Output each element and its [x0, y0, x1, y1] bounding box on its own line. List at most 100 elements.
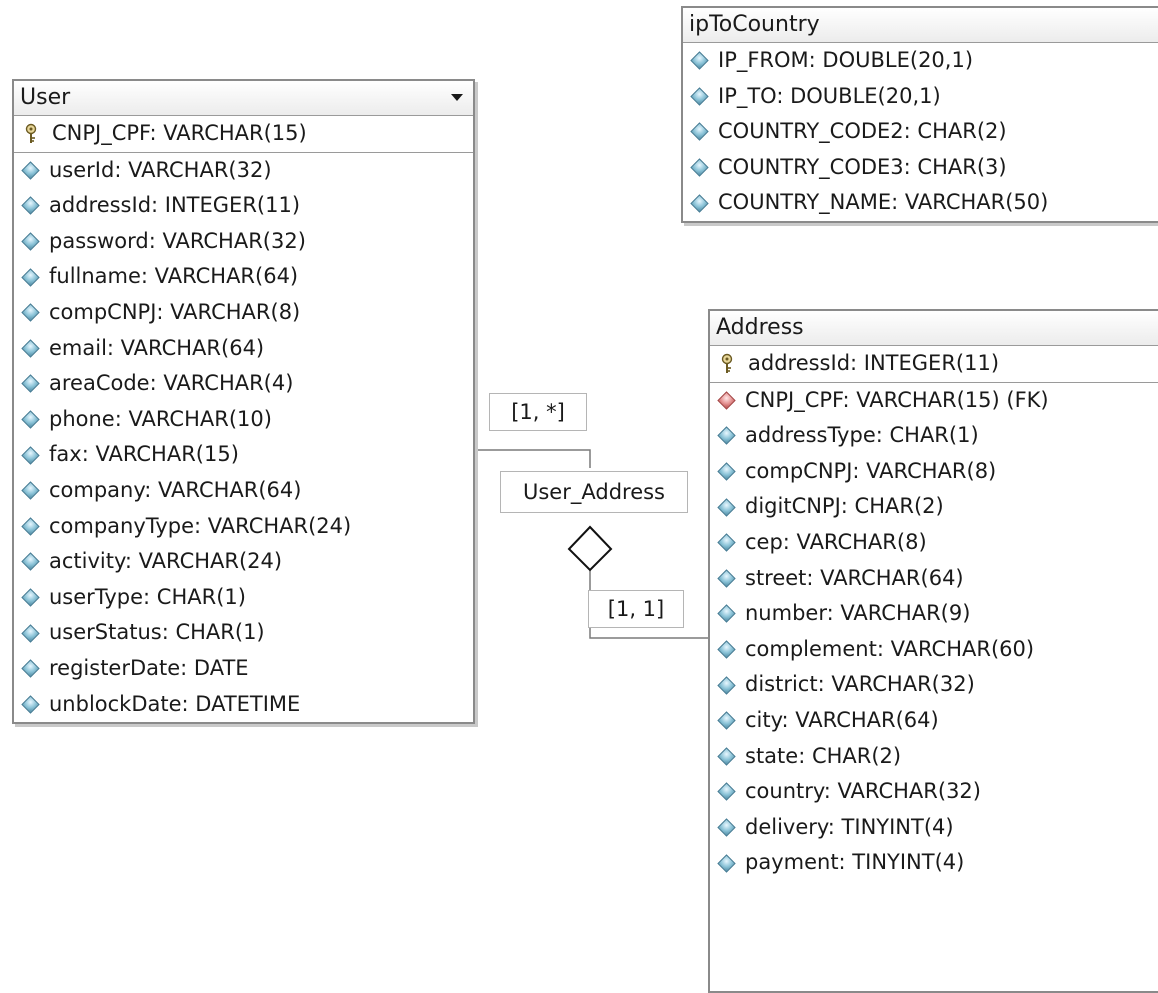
- attribute-label: COUNTRY_CODE2: CHAR(2): [718, 119, 1007, 144]
- attribute-diamond-icon: [717, 818, 736, 837]
- attribute-label: compCNPJ: VARCHAR(8): [49, 299, 301, 324]
- attribute-label: password: VARCHAR(32): [49, 228, 306, 253]
- attribute-row[interactable]: number: VARCHAR(9): [710, 596, 1158, 632]
- cardinality-address-label[interactable]: [1, 1]: [588, 590, 684, 628]
- attribute-diamond-icon: [717, 675, 736, 695]
- primary-key-row[interactable]: addressId: INTEGER(11): [710, 346, 1158, 382]
- attribute-row[interactable]: district: VARCHAR(32): [710, 667, 1158, 703]
- attribute-diamond-icon: [21, 303, 40, 322]
- attribute-row[interactable]: COUNTRY_NAME: VARCHAR(50): [683, 185, 1158, 221]
- attribute-row[interactable]: COUNTRY_CODE3: CHAR(3): [683, 150, 1158, 186]
- relationship-name-label[interactable]: User_Address: [500, 471, 688, 513]
- attribute-row[interactable]: userId: VARCHAR(32): [14, 153, 473, 189]
- attribute-diamond-icon: [717, 640, 736, 659]
- attribute-diamond-icon: [21, 196, 40, 216]
- attribute-row[interactable]: compCNPJ: VARCHAR(8): [14, 295, 473, 331]
- attribute-label: complement: VARCHAR(60): [745, 636, 1035, 661]
- attribute-list: userId: VARCHAR(32) addressId: INTEGER(1…: [14, 153, 473, 723]
- attribute-label: activity: VARCHAR(24): [49, 549, 283, 574]
- attribute-row[interactable]: unblockDate: DATETIME: [14, 687, 473, 723]
- attribute-row[interactable]: phone: VARCHAR(10): [14, 402, 473, 438]
- attribute-diamond-icon: [717, 462, 736, 481]
- attribute-diamond-icon: [690, 87, 709, 106]
- attribute-diamond-icon: [717, 426, 736, 446]
- attribute-label: delivery: TINYINT(4): [745, 814, 954, 839]
- attribute-diamond-icon: [21, 374, 40, 394]
- attribute-label: phone: VARCHAR(10): [49, 406, 272, 431]
- entity-iptocountry[interactable]: ipToCountry IP_FROM: DOUBLE(20,1) IP_TO:…: [681, 6, 1158, 223]
- attribute-row[interactable]: fax: VARCHAR(15): [14, 437, 473, 473]
- attribute-row[interactable]: registerDate: DATE: [14, 651, 473, 687]
- attribute-label: addressId: INTEGER(11): [49, 193, 301, 218]
- attribute-label: email: VARCHAR(64): [49, 335, 265, 360]
- collapse-arrow-icon[interactable]: [451, 94, 463, 101]
- foreign-key-diamond-icon: [717, 391, 736, 410]
- attribute-diamond-icon: [21, 659, 40, 678]
- attribute-diamond-icon: [717, 782, 736, 802]
- attribute-label: fullname: VARCHAR(64): [49, 264, 299, 289]
- attribute-diamond-icon: [717, 533, 736, 552]
- attribute-diamond-icon: [690, 122, 709, 142]
- attribute-row[interactable]: addressType: CHAR(1): [710, 418, 1158, 454]
- attribute-diamond-icon: [717, 747, 736, 766]
- aggregation-diamond-icon: [567, 525, 613, 572]
- attribute-diamond-icon: [21, 552, 40, 572]
- attribute-diamond-icon: [717, 569, 736, 588]
- attribute-label: country: VARCHAR(32): [745, 779, 981, 804]
- attribute-row[interactable]: companyType: VARCHAR(24): [14, 509, 473, 545]
- attribute-label: digitCNPJ: CHAR(2): [745, 494, 944, 519]
- attribute-diamond-icon: [717, 853, 736, 873]
- entity-header[interactable]: Address: [710, 311, 1158, 346]
- attribute-label: CNPJ_CPF: VARCHAR(15): [52, 121, 307, 145]
- attribute-row[interactable]: userType: CHAR(1): [14, 580, 473, 616]
- attribute-row[interactable]: password: VARCHAR(32): [14, 224, 473, 260]
- attribute-label: userId: VARCHAR(32): [49, 157, 272, 182]
- entity-title: ipToCountry: [689, 12, 820, 37]
- attribute-label: city: VARCHAR(64): [745, 707, 939, 732]
- attribute-row[interactable]: COUNTRY_CODE2: CHAR(2): [683, 114, 1158, 150]
- attribute-row[interactable]: fullname: VARCHAR(64): [14, 259, 473, 295]
- entity-user[interactable]: User CNPJ_CPF: VARCHAR(15) userId: VARCH…: [12, 79, 475, 725]
- primary-key-icon: [721, 353, 733, 373]
- attribute-diamond-icon: [21, 267, 40, 287]
- attribute-diamond-icon: [21, 410, 40, 429]
- attribute-row[interactable]: company: VARCHAR(64): [14, 473, 473, 509]
- attribute-diamond-icon: [717, 604, 736, 624]
- attribute-diamond-icon: [21, 445, 40, 465]
- attribute-row[interactable]: country: VARCHAR(32): [710, 774, 1158, 810]
- entity-header[interactable]: User: [14, 81, 473, 116]
- attribute-label: COUNTRY_NAME: VARCHAR(50): [718, 190, 1049, 215]
- attribute-label: unblockDate: DATETIME: [49, 691, 301, 716]
- attribute-label: street: VARCHAR(64): [745, 565, 964, 590]
- attribute-row[interactable]: email: VARCHAR(64): [14, 331, 473, 367]
- attribute-row[interactable]: compCNPJ: VARCHAR(8): [710, 454, 1158, 490]
- attribute-label: compCNPJ: VARCHAR(8): [745, 458, 997, 483]
- attribute-row[interactable]: cep: VARCHAR(8): [710, 525, 1158, 561]
- attribute-row[interactable]: complement: VARCHAR(60): [710, 632, 1158, 668]
- primary-key-icon: [25, 123, 37, 143]
- attribute-row[interactable]: city: VARCHAR(64): [710, 703, 1158, 739]
- attribute-row[interactable]: userStatus: CHAR(1): [14, 615, 473, 651]
- cardinality-user-label[interactable]: [1, *]: [489, 393, 587, 431]
- attribute-diamond-icon: [717, 497, 736, 517]
- attribute-diamond-icon: [690, 51, 709, 70]
- primary-key-row[interactable]: CNPJ_CPF: VARCHAR(15): [14, 116, 473, 152]
- attribute-row[interactable]: addressId: INTEGER(11): [14, 188, 473, 224]
- attribute-row[interactable]: delivery: TINYINT(4): [710, 810, 1158, 846]
- entity-header[interactable]: ipToCountry: [683, 8, 1158, 43]
- attribute-row[interactable]: state: CHAR(2): [710, 739, 1158, 775]
- attribute-row[interactable]: digitCNPJ: CHAR(2): [710, 489, 1158, 525]
- attribute-row[interactable]: street: VARCHAR(64): [710, 561, 1158, 597]
- attribute-label: registerDate: DATE: [49, 655, 249, 680]
- attribute-row[interactable]: IP_FROM: DOUBLE(20,1): [683, 43, 1158, 79]
- attribute-label: IP_TO: DOUBLE(20,1): [718, 83, 941, 108]
- attribute-row[interactable]: IP_TO: DOUBLE(20,1): [683, 79, 1158, 115]
- attribute-label: payment: TINYINT(4): [745, 850, 965, 875]
- attribute-label: number: VARCHAR(9): [745, 601, 971, 626]
- attribute-row[interactable]: payment: TINYINT(4): [710, 845, 1158, 881]
- attribute-diamond-icon: [21, 517, 40, 536]
- attribute-row[interactable]: activity: VARCHAR(24): [14, 544, 473, 580]
- foreign-key-row[interactable]: CNPJ_CPF: VARCHAR(15) (FK): [710, 383, 1158, 419]
- entity-address[interactable]: Address addressId: INTEGER(11) CNPJ_CPF:…: [708, 309, 1158, 993]
- attribute-row[interactable]: areaCode: VARCHAR(4): [14, 366, 473, 402]
